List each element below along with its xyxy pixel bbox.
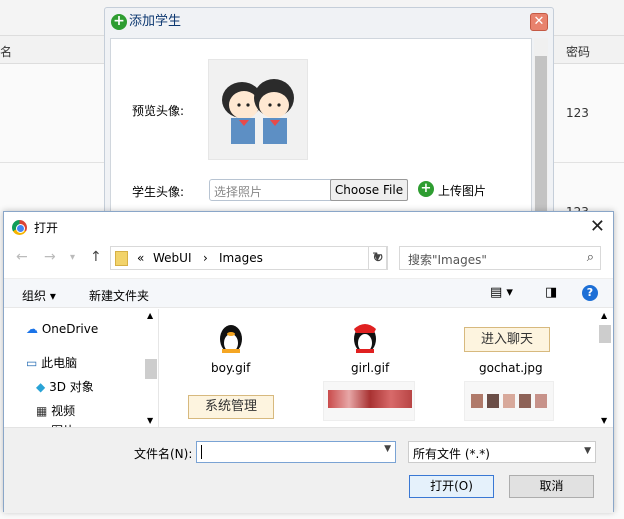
tree-label: 3D 对象 xyxy=(49,380,94,394)
file-list: boy.gif girl.gif 进入聊天 gochat.jpg 系统管理 xyxy=(161,309,598,427)
dialog-title: 添加学生 xyxy=(129,14,182,29)
tree-label: OneDrive xyxy=(41,322,99,336)
search-icon: ⌕ xyxy=(586,250,594,265)
tree-label: 视频 xyxy=(51,404,76,418)
file-input-placeholder: 选择照片 xyxy=(214,185,263,199)
address-bar[interactable]: « WebUI › Images ▼ xyxy=(110,246,387,270)
navigation-bar: ← → ▾ ↑ « WebUI › Images ▼ ↻ 搜索"Images" … xyxy=(4,246,613,272)
navigation-tree: ☁ OneDrive ▭ 此电脑 ◆ 3D 对象 ▦ 视频 ▣ 图片 ▲ ▼ xyxy=(4,309,159,428)
scroll-down-icon[interactable]: ▼ xyxy=(601,416,607,425)
open-dialog-title-bar: 打开 ✕ xyxy=(4,212,613,242)
up-arrow-icon[interactable]: ↑ xyxy=(90,249,102,265)
file-scroll-thumb[interactable] xyxy=(599,325,611,343)
cube-icon: ◆ xyxy=(36,380,46,394)
back-arrow-icon[interactable]: ← xyxy=(16,249,28,265)
filename-input[interactable]: ▼ xyxy=(196,441,396,463)
computer-icon: ▭ xyxy=(26,356,38,370)
forward-arrow-icon[interactable]: → xyxy=(44,249,56,265)
recent-dropdown-icon[interactable]: ▾ xyxy=(70,252,75,263)
file-name: boy.gif xyxy=(211,361,251,375)
tree-item-this-pc[interactable]: ▭ 此电脑 xyxy=(26,354,77,371)
cancel-button[interactable]: 取消 xyxy=(509,475,594,498)
help-icon[interactable]: ? xyxy=(582,285,598,301)
folder-icon xyxy=(115,251,128,266)
tree-item-3d-objects[interactable]: ◆ 3D 对象 xyxy=(36,378,94,395)
breadcrumb-images[interactable]: Images xyxy=(219,251,263,265)
banner-thumbnail xyxy=(323,381,415,421)
open-file-dialog: 打开 ✕ ← → ▾ ↑ « WebUI › Images ▼ ↻ 搜索"Ima… xyxy=(3,211,614,513)
penguin-icon xyxy=(350,321,380,355)
dialog-scrollbar[interactable] xyxy=(534,38,548,223)
search-input[interactable]: 搜索"Images" ⌕ xyxy=(399,246,601,270)
cloud-icon: ☁ xyxy=(26,322,38,336)
avatar-preview xyxy=(208,59,308,160)
add-student-form: 预览头像: 学生头像: 选择照片 Choose File + 上传图片 xyxy=(110,38,532,223)
upload-icon: + xyxy=(418,181,434,197)
choose-file-button[interactable]: Choose File xyxy=(330,179,408,201)
gochat-thumbnail: 进入聊天 xyxy=(464,327,550,352)
file-input[interactable]: 选择照片 Choose File xyxy=(209,179,408,201)
bg-col-password: 密码 xyxy=(566,45,591,59)
chevron-down-icon[interactable]: ▼ xyxy=(384,444,391,454)
add-student-title-bar: + 添加学生 ✕ xyxy=(105,8,553,36)
close-icon[interactable]: ✕ xyxy=(590,216,605,237)
search-placeholder: 搜索"Images" xyxy=(408,253,487,267)
film-icon: ▦ xyxy=(36,404,48,418)
bg-col-name: 名 xyxy=(0,45,13,59)
tree-scrollbar[interactable]: ▲ ▼ xyxy=(144,309,158,427)
bg-row1-password: 123 xyxy=(566,106,589,120)
close-icon[interactable]: ✕ xyxy=(530,13,548,31)
tree-label: 此电脑 xyxy=(41,356,78,370)
new-folder-button[interactable]: 新建文件夹 xyxy=(89,287,149,304)
upload-label: 上传图片 xyxy=(438,184,487,198)
breadcrumb-webui[interactable]: WebUI xyxy=(153,251,191,265)
chrome-icon xyxy=(12,220,27,235)
filetype-select[interactable]: 所有文件 (*.*) ▼ xyxy=(408,441,596,463)
avatars-thumbnail xyxy=(464,381,554,421)
file-name: girl.gif xyxy=(351,361,390,375)
text-caret xyxy=(201,445,202,459)
breadcrumb-overflow[interactable]: « xyxy=(137,251,144,265)
preview-pane-icon[interactable]: ◨ xyxy=(545,285,557,300)
scroll-up-icon[interactable]: ▲ xyxy=(601,311,607,320)
organize-menu[interactable]: 组织 ▾ xyxy=(22,287,56,304)
command-toolbar: 组织 ▾ 新建文件夹 ▤ ▾ ◨ ? xyxy=(4,278,613,308)
student-avatar-label: 学生头像: xyxy=(132,185,185,199)
scroll-down-icon[interactable]: ▼ xyxy=(147,416,153,425)
filename-label: 文件名(N): xyxy=(134,447,193,461)
penguin-icon xyxy=(216,321,246,355)
open-button[interactable]: 打开(O) xyxy=(409,475,494,498)
tree-item-videos[interactable]: ▦ 视频 xyxy=(36,402,75,419)
scroll-up-icon[interactable]: ▲ xyxy=(147,311,153,320)
preview-avatar-label: 预览头像: xyxy=(132,104,185,118)
add-student-dialog: + 添加学生 ✕ 预览头像: 学生头像: 选择照片 Choose File + … xyxy=(104,7,554,223)
add-icon: + xyxy=(111,14,127,30)
dialog-scroll-thumb[interactable] xyxy=(535,56,547,216)
view-options-icon[interactable]: ▤ ▾ xyxy=(490,285,513,300)
file-list-scrollbar[interactable]: ▲ ▼ xyxy=(598,309,612,427)
tree-scroll-thumb[interactable] xyxy=(145,359,157,379)
filetype-value: 所有文件 (*.*) xyxy=(413,447,490,461)
dialog-footer: 文件名(N): ▼ 所有文件 (*.*) ▼ 打开(O) 取消 xyxy=(4,427,613,513)
chevron-down-icon[interactable]: ▼ xyxy=(584,446,591,456)
admin-thumbnail: 系统管理 xyxy=(188,395,274,419)
file-name: gochat.jpg xyxy=(479,361,543,375)
tree-item-onedrive[interactable]: ☁ OneDrive xyxy=(26,322,98,336)
breadcrumb-separator: › xyxy=(203,251,208,265)
open-dialog-title: 打开 xyxy=(34,221,59,235)
refresh-icon[interactable]: ↻ xyxy=(368,246,388,270)
